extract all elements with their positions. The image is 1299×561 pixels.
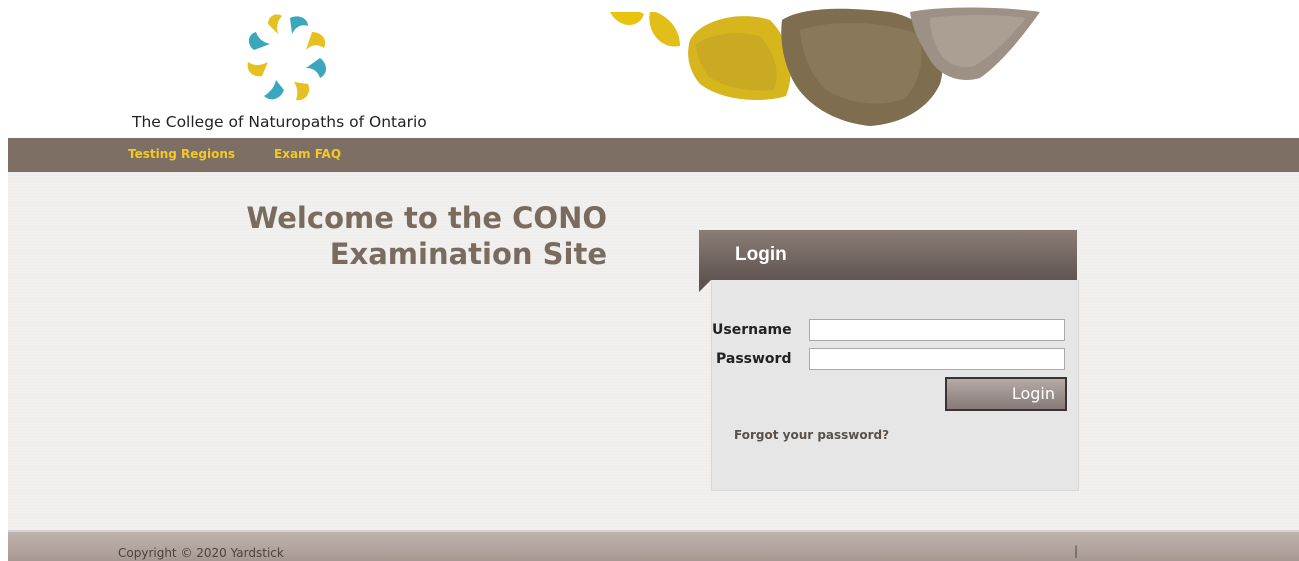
welcome-line-2: Examination Site xyxy=(329,237,607,271)
org-name: The College of Naturopaths of Ontario xyxy=(132,113,427,131)
password-field[interactable] xyxy=(809,348,1065,370)
main-content: Welcome to the CONO Examination Site Log… xyxy=(8,172,1299,530)
login-header-fold xyxy=(699,280,711,292)
ginkgo-leaf-ring-logo xyxy=(247,14,326,101)
top-nav: Testing Regions Exam FAQ xyxy=(8,138,1299,172)
footer-separator: | xyxy=(1074,544,1079,558)
nav-exam-faq[interactable]: Exam FAQ xyxy=(274,147,341,161)
nav-testing-regions[interactable]: Testing Regions xyxy=(128,147,235,161)
login-form: Username Password Login Forgot your pass… xyxy=(711,280,1079,491)
username-field[interactable] xyxy=(809,319,1065,341)
site-header: The College of Naturopaths of Ontario xyxy=(0,0,1299,138)
welcome-line-1: Welcome to the CONO xyxy=(246,201,607,235)
copyright-text: Copyright © 2020 Yardstick xyxy=(118,546,284,560)
username-label: Username xyxy=(712,322,792,338)
ginkgo-leaves-banner xyxy=(610,7,1040,127)
welcome-heading: Welcome to the CONO Examination Site xyxy=(246,200,607,272)
login-panel-header: Login xyxy=(699,230,1077,280)
login-button[interactable]: Login xyxy=(945,377,1067,411)
login-title: Login xyxy=(735,244,787,265)
site-footer: Copyright © 2020 Yardstick | xyxy=(8,530,1299,561)
password-label: Password xyxy=(716,351,792,367)
forgot-password-link[interactable]: Forgot your password? xyxy=(734,428,889,442)
